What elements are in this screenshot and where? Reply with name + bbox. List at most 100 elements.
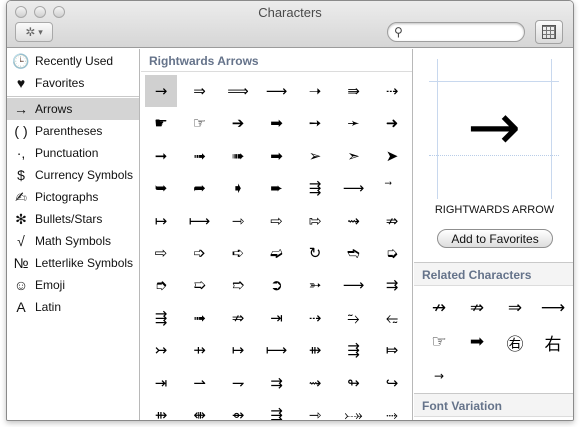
character-cell[interactable]: ⇥: [145, 367, 177, 399]
character-cell[interactable]: ➤: [376, 140, 408, 172]
character-cell[interactable]: ⤑: [376, 399, 408, 420]
character-cell[interactable]: ⇝: [299, 367, 331, 399]
character-cell[interactable]: ☛: [145, 107, 177, 139]
character-cell[interactable]: ➲: [261, 269, 293, 301]
sidebar-item-parentheses[interactable]: ( ) Parentheses: [7, 120, 139, 142]
character-cell[interactable]: ⤐: [338, 399, 370, 420]
character-cell[interactable]: ➢: [299, 140, 331, 172]
character-cell[interactable]: ➱: [222, 269, 254, 301]
character-cell[interactable]: ⇨: [145, 237, 177, 269]
character-viewer-toggle-button[interactable]: [535, 20, 563, 44]
related-character-cell[interactable]: 右: [534, 325, 572, 359]
character-cell[interactable]: ➥: [145, 172, 177, 204]
character-cell[interactable]: ⥲: [338, 302, 370, 334]
character-cell[interactable]: ⇻: [145, 399, 177, 420]
sidebar-item-letterlike-symbols[interactable]: № Letterlike Symbols: [7, 252, 139, 274]
character-cell[interactable]: ➟: [184, 140, 216, 172]
related-character-cell[interactable]: ⇒: [496, 291, 534, 325]
character-cell[interactable]: ➔: [222, 107, 254, 139]
related-character-cell[interactable]: ⇏: [458, 291, 496, 325]
character-cell[interactable]: ➬: [338, 237, 370, 269]
character-cell[interactable]: ➯: [184, 269, 216, 301]
character-cell[interactable]: ➳: [299, 269, 331, 301]
character-cell[interactable]: ⇼: [184, 399, 216, 420]
character-cell[interactable]: ⇏: [376, 205, 408, 237]
related-characters-header[interactable]: Related Characters: [414, 262, 573, 286]
sidebar-item-recently-used[interactable]: 🕒 Recently Used: [7, 50, 139, 72]
character-cell[interactable]: ⟶: [338, 172, 370, 204]
sidebar-item-emoji[interactable]: ☺ Emoji: [7, 274, 139, 296]
character-cell[interactable]: ⇶: [145, 302, 177, 334]
character-cell[interactable]: ⟶: [261, 75, 293, 107]
character-cell[interactable]: ⇨: [261, 205, 293, 237]
character-cell[interactable]: ⇝: [338, 205, 370, 237]
related-character-cell[interactable]: ↛: [420, 291, 458, 325]
character-cell[interactable]: ⇶: [338, 334, 370, 366]
sidebar-item-pictographs[interactable]: ✍ Pictographs: [7, 186, 139, 208]
character-cell[interactable]: ⟶: [338, 269, 370, 301]
character-cell[interactable]: ⇀: [184, 367, 216, 399]
related-character-cell[interactable]: →: [420, 359, 458, 393]
character-cell[interactable]: →: [145, 75, 177, 107]
character-cell[interactable]: ⇴: [222, 399, 254, 420]
character-cell[interactable]: ⇥: [261, 302, 293, 334]
character-cell[interactable]: ↦: [145, 205, 177, 237]
search-field[interactable]: ⚲: [387, 22, 525, 42]
character-cell[interactable]: ➧: [222, 172, 254, 204]
character-cell[interactable]: ➜: [376, 107, 408, 139]
character-cell[interactable]: ➛: [338, 107, 370, 139]
character-cell[interactable]: ➝: [299, 75, 331, 107]
sidebar-item-favorites[interactable]: ♥ Favorites: [7, 72, 139, 94]
character-cell[interactable]: ➡: [261, 140, 293, 172]
character-cell[interactable]: ⇶: [261, 399, 293, 420]
sidebar-item-math-symbols[interactable]: √ Math Symbols: [7, 230, 139, 252]
character-cell[interactable]: ⟹: [222, 75, 254, 107]
character-cell[interactable]: ↪: [376, 367, 408, 399]
character-cell[interactable]: ☞: [184, 107, 216, 139]
character-cell[interactable]: ⇛: [338, 75, 370, 107]
sidebar-item-bullets-stars[interactable]: ✻ Bullets/Stars: [7, 208, 139, 230]
character-cell[interactable]: ➪: [222, 237, 254, 269]
search-input[interactable]: [408, 25, 518, 41]
related-character-cell[interactable]: ⟶: [534, 291, 572, 325]
add-to-favorites-button[interactable]: Add to Favorites: [437, 229, 553, 248]
character-cell[interactable]: ⇉: [261, 367, 293, 399]
character-cell[interactable]: ⇏: [222, 302, 254, 334]
character-cell[interactable]: ⇻: [299, 334, 331, 366]
character-cell[interactable]: ↻: [299, 237, 331, 269]
character-cell[interactable]: ⇾: [299, 399, 331, 420]
character-cell[interactable]: ↦: [222, 334, 254, 366]
sidebar-item-currency-symbols[interactable]: $ Currency Symbols: [7, 164, 139, 186]
related-character-cell[interactable]: ☞: [420, 325, 458, 359]
character-cell[interactable]: ➨: [261, 172, 293, 204]
character-cell[interactable]: ⇰: [299, 205, 331, 237]
character-cell[interactable]: ⃗: [376, 172, 408, 204]
related-character-cell[interactable]: ㊨: [496, 325, 534, 359]
character-cell[interactable]: ⇸: [184, 334, 216, 366]
character-cell[interactable]: ➟: [184, 302, 216, 334]
character-cell[interactable]: ⇁: [222, 367, 254, 399]
action-menu-button[interactable]: ✲ ▾: [15, 22, 53, 42]
character-cell[interactable]: ⟼: [261, 334, 293, 366]
character-cell[interactable]: ⇒: [184, 75, 216, 107]
sidebar-item-punctuation[interactable]: ·, Punctuation: [7, 142, 139, 164]
character-cell[interactable]: ➡: [261, 107, 293, 139]
character-cell[interactable]: ⇉: [376, 269, 408, 301]
character-cell[interactable]: ➩: [184, 237, 216, 269]
character-cell[interactable]: ⤇: [376, 334, 408, 366]
sidebar-item-arrows[interactable]: → Arrows: [7, 98, 139, 120]
character-cell[interactable]: ⥳: [376, 302, 408, 334]
character-cell[interactable]: ➞: [145, 140, 177, 172]
character-cell[interactable]: ➙: [299, 107, 331, 139]
character-cell[interactable]: ⟼: [184, 205, 216, 237]
character-cell[interactable]: ➣: [338, 140, 370, 172]
character-cell[interactable]: ⇢: [376, 75, 408, 107]
character-cell[interactable]: ⇢: [299, 302, 331, 334]
character-cell[interactable]: ➭: [376, 237, 408, 269]
character-cell[interactable]: ↬: [338, 367, 370, 399]
character-cell[interactable]: ⇶: [299, 172, 331, 204]
character-cell[interactable]: ➠: [222, 140, 254, 172]
character-cell[interactable]: ⇾: [222, 205, 254, 237]
related-character-cell[interactable]: ➡: [458, 325, 496, 359]
font-variation-header[interactable]: Font Variation: [414, 393, 573, 417]
